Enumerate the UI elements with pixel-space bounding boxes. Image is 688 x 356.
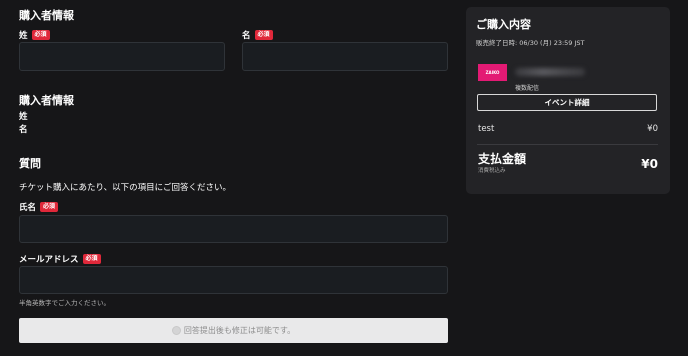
ticket-item-name: test xyxy=(478,124,495,134)
total-label: 支払金額 xyxy=(478,152,527,166)
last-name-input[interactable] xyxy=(19,42,225,71)
summary-last-name: 姓 xyxy=(19,112,28,122)
first-name-input[interactable] xyxy=(242,42,448,71)
first-name-label-text: 名 xyxy=(242,31,251,41)
email-label-text: メールアドレス xyxy=(19,255,79,265)
required-badge: 必須 xyxy=(31,30,50,40)
order-summary-title: ご購入内容 xyxy=(476,18,531,31)
event-detail-button[interactable]: イベント詳細 xyxy=(477,94,657,111)
event-thumbnail-text: ZAIKO xyxy=(485,70,500,75)
full-name-label-text: 氏名 xyxy=(19,203,37,213)
email-hint: 半角英数字でご入力ください。 xyxy=(19,299,110,307)
required-badge: 必須 xyxy=(254,30,273,40)
email-input[interactable] xyxy=(19,266,448,294)
ticket-item-price: ¥0 xyxy=(647,124,658,134)
sale-end-datetime: 販売終了日時: 06/30 (月) 23:59 JST xyxy=(476,39,585,47)
first-name-label: 名 必須 xyxy=(242,29,273,41)
email-label: メールアドレス 必須 xyxy=(19,253,101,265)
distribution-type: 複数配信 xyxy=(515,85,540,92)
tax-note: 消費税込み xyxy=(478,168,506,174)
required-badge: 必須 xyxy=(40,202,59,212)
last-name-label: 姓 必須 xyxy=(19,29,50,41)
full-name-input[interactable] xyxy=(19,215,448,243)
submit-note-text: 回答提出後も修正は可能です。 xyxy=(183,326,296,335)
circle-icon xyxy=(171,326,181,335)
summary-first-name: 名 xyxy=(19,125,28,135)
required-badge: 必須 xyxy=(82,254,101,264)
question-intro: チケット購入にあたり、以下の項目にご回答ください。 xyxy=(19,183,231,193)
order-summary-panel: ご購入内容 販売終了日時: 06/30 (月) 23:59 JST ZAIKO … xyxy=(466,7,670,194)
buyer-summary-heading: 購入者情報 xyxy=(19,94,74,107)
question-heading: 質問 xyxy=(19,157,41,170)
full-name-label: 氏名 必須 xyxy=(19,201,59,213)
blurred-event-name xyxy=(515,68,585,76)
buyer-info-heading: 購入者情報 xyxy=(19,9,74,22)
event-thumbnail: ZAIKO xyxy=(478,64,507,81)
last-name-label-text: 姓 xyxy=(19,31,28,41)
total-price: ¥0 xyxy=(641,157,658,171)
submit-note-bar[interactable]: 回答提出後も修正は可能です。 xyxy=(19,318,448,343)
divider xyxy=(477,144,658,145)
